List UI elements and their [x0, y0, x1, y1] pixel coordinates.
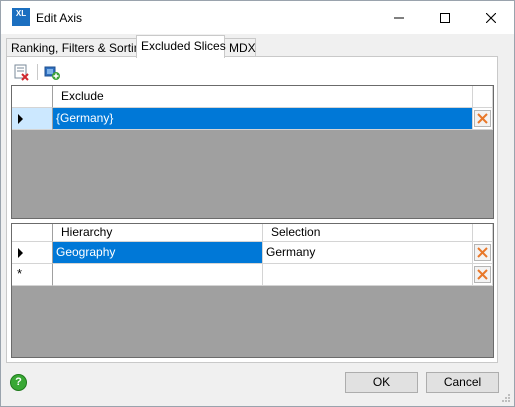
delete-row-button[interactable] [474, 110, 491, 127]
slice-detail-grid: Hierarchy Selection Geography Germany * [11, 223, 494, 358]
delete-x-icon [477, 269, 488, 280]
remove-slice-button[interactable] [13, 64, 31, 82]
delete-cell [473, 242, 493, 264]
table-row[interactable]: Geography Germany [12, 242, 493, 264]
detail-grid-header: Hierarchy Selection [12, 224, 493, 242]
toolbar-separator [37, 64, 38, 80]
delete-cell [473, 264, 493, 286]
tab-excluded-slices[interactable]: Excluded Slices [136, 35, 226, 58]
table-row[interactable]: {Germany} [12, 108, 493, 130]
help-button[interactable]: ? [10, 374, 27, 391]
tab-ranking-filters-sorting[interactable]: Ranking, Filters & Sorting [6, 38, 147, 57]
app-icon: XL [12, 8, 30, 26]
delete-row-button[interactable] [474, 244, 491, 261]
remove-slice-icon [14, 64, 29, 81]
maximize-button[interactable] [422, 1, 468, 34]
close-icon [486, 12, 496, 23]
column-header-delete [473, 86, 493, 108]
row-header[interactable] [12, 108, 53, 130]
delete-row-button[interactable] [474, 266, 491, 283]
excluded-slices-panel: Exclude {Germany} Hierarchy Selection Ge… [6, 56, 498, 363]
close-button[interactable] [468, 1, 514, 34]
row-header[interactable]: * [12, 264, 53, 286]
maximize-icon [440, 12, 450, 23]
excluded-slices-grid: Exclude {Germany} [11, 85, 494, 219]
cancel-button[interactable]: Cancel [426, 372, 499, 393]
add-slice-button[interactable] [43, 64, 61, 82]
ok-button[interactable]: OK [345, 372, 418, 393]
minimize-button[interactable] [376, 1, 422, 34]
selection-cell[interactable] [263, 264, 473, 286]
tab-strip: Ranking, Filters & Sorting Excluded Slic… [6, 35, 509, 58]
resize-grip-icon[interactable] [501, 393, 511, 403]
delete-cell [473, 108, 493, 130]
exclude-cell[interactable]: {Germany} [53, 108, 473, 130]
hierarchy-cell[interactable]: Geography [53, 242, 263, 264]
row-header[interactable] [12, 242, 53, 264]
slices-grid-header: Exclude [12, 86, 493, 108]
hierarchy-cell[interactable] [53, 264, 263, 286]
tab-mdx[interactable]: MDX [224, 38, 256, 57]
window-title: Edit Axis [36, 11, 83, 25]
edit-axis-dialog: XL Edit Axis Ranking, Filters & Sorting … [0, 0, 515, 407]
delete-x-icon [477, 247, 488, 258]
column-header-delete [473, 224, 493, 242]
selection-cell[interactable]: Germany [263, 242, 473, 264]
column-header-hierarchy[interactable]: Hierarchy [53, 224, 263, 242]
row-header-corner [12, 224, 53, 242]
current-row-arrow-icon [18, 114, 23, 124]
title-bar[interactable]: XL Edit Axis [1, 1, 514, 34]
current-row-arrow-icon [18, 248, 23, 258]
column-header-selection[interactable]: Selection [263, 224, 473, 242]
column-header-exclude[interactable]: Exclude [53, 86, 473, 108]
row-header-corner [12, 86, 53, 108]
new-table-row[interactable]: * [12, 264, 493, 286]
delete-x-icon [477, 113, 488, 124]
add-slice-icon [44, 66, 60, 80]
new-row-star-icon: * [17, 266, 23, 281]
minimize-icon [394, 17, 404, 18]
